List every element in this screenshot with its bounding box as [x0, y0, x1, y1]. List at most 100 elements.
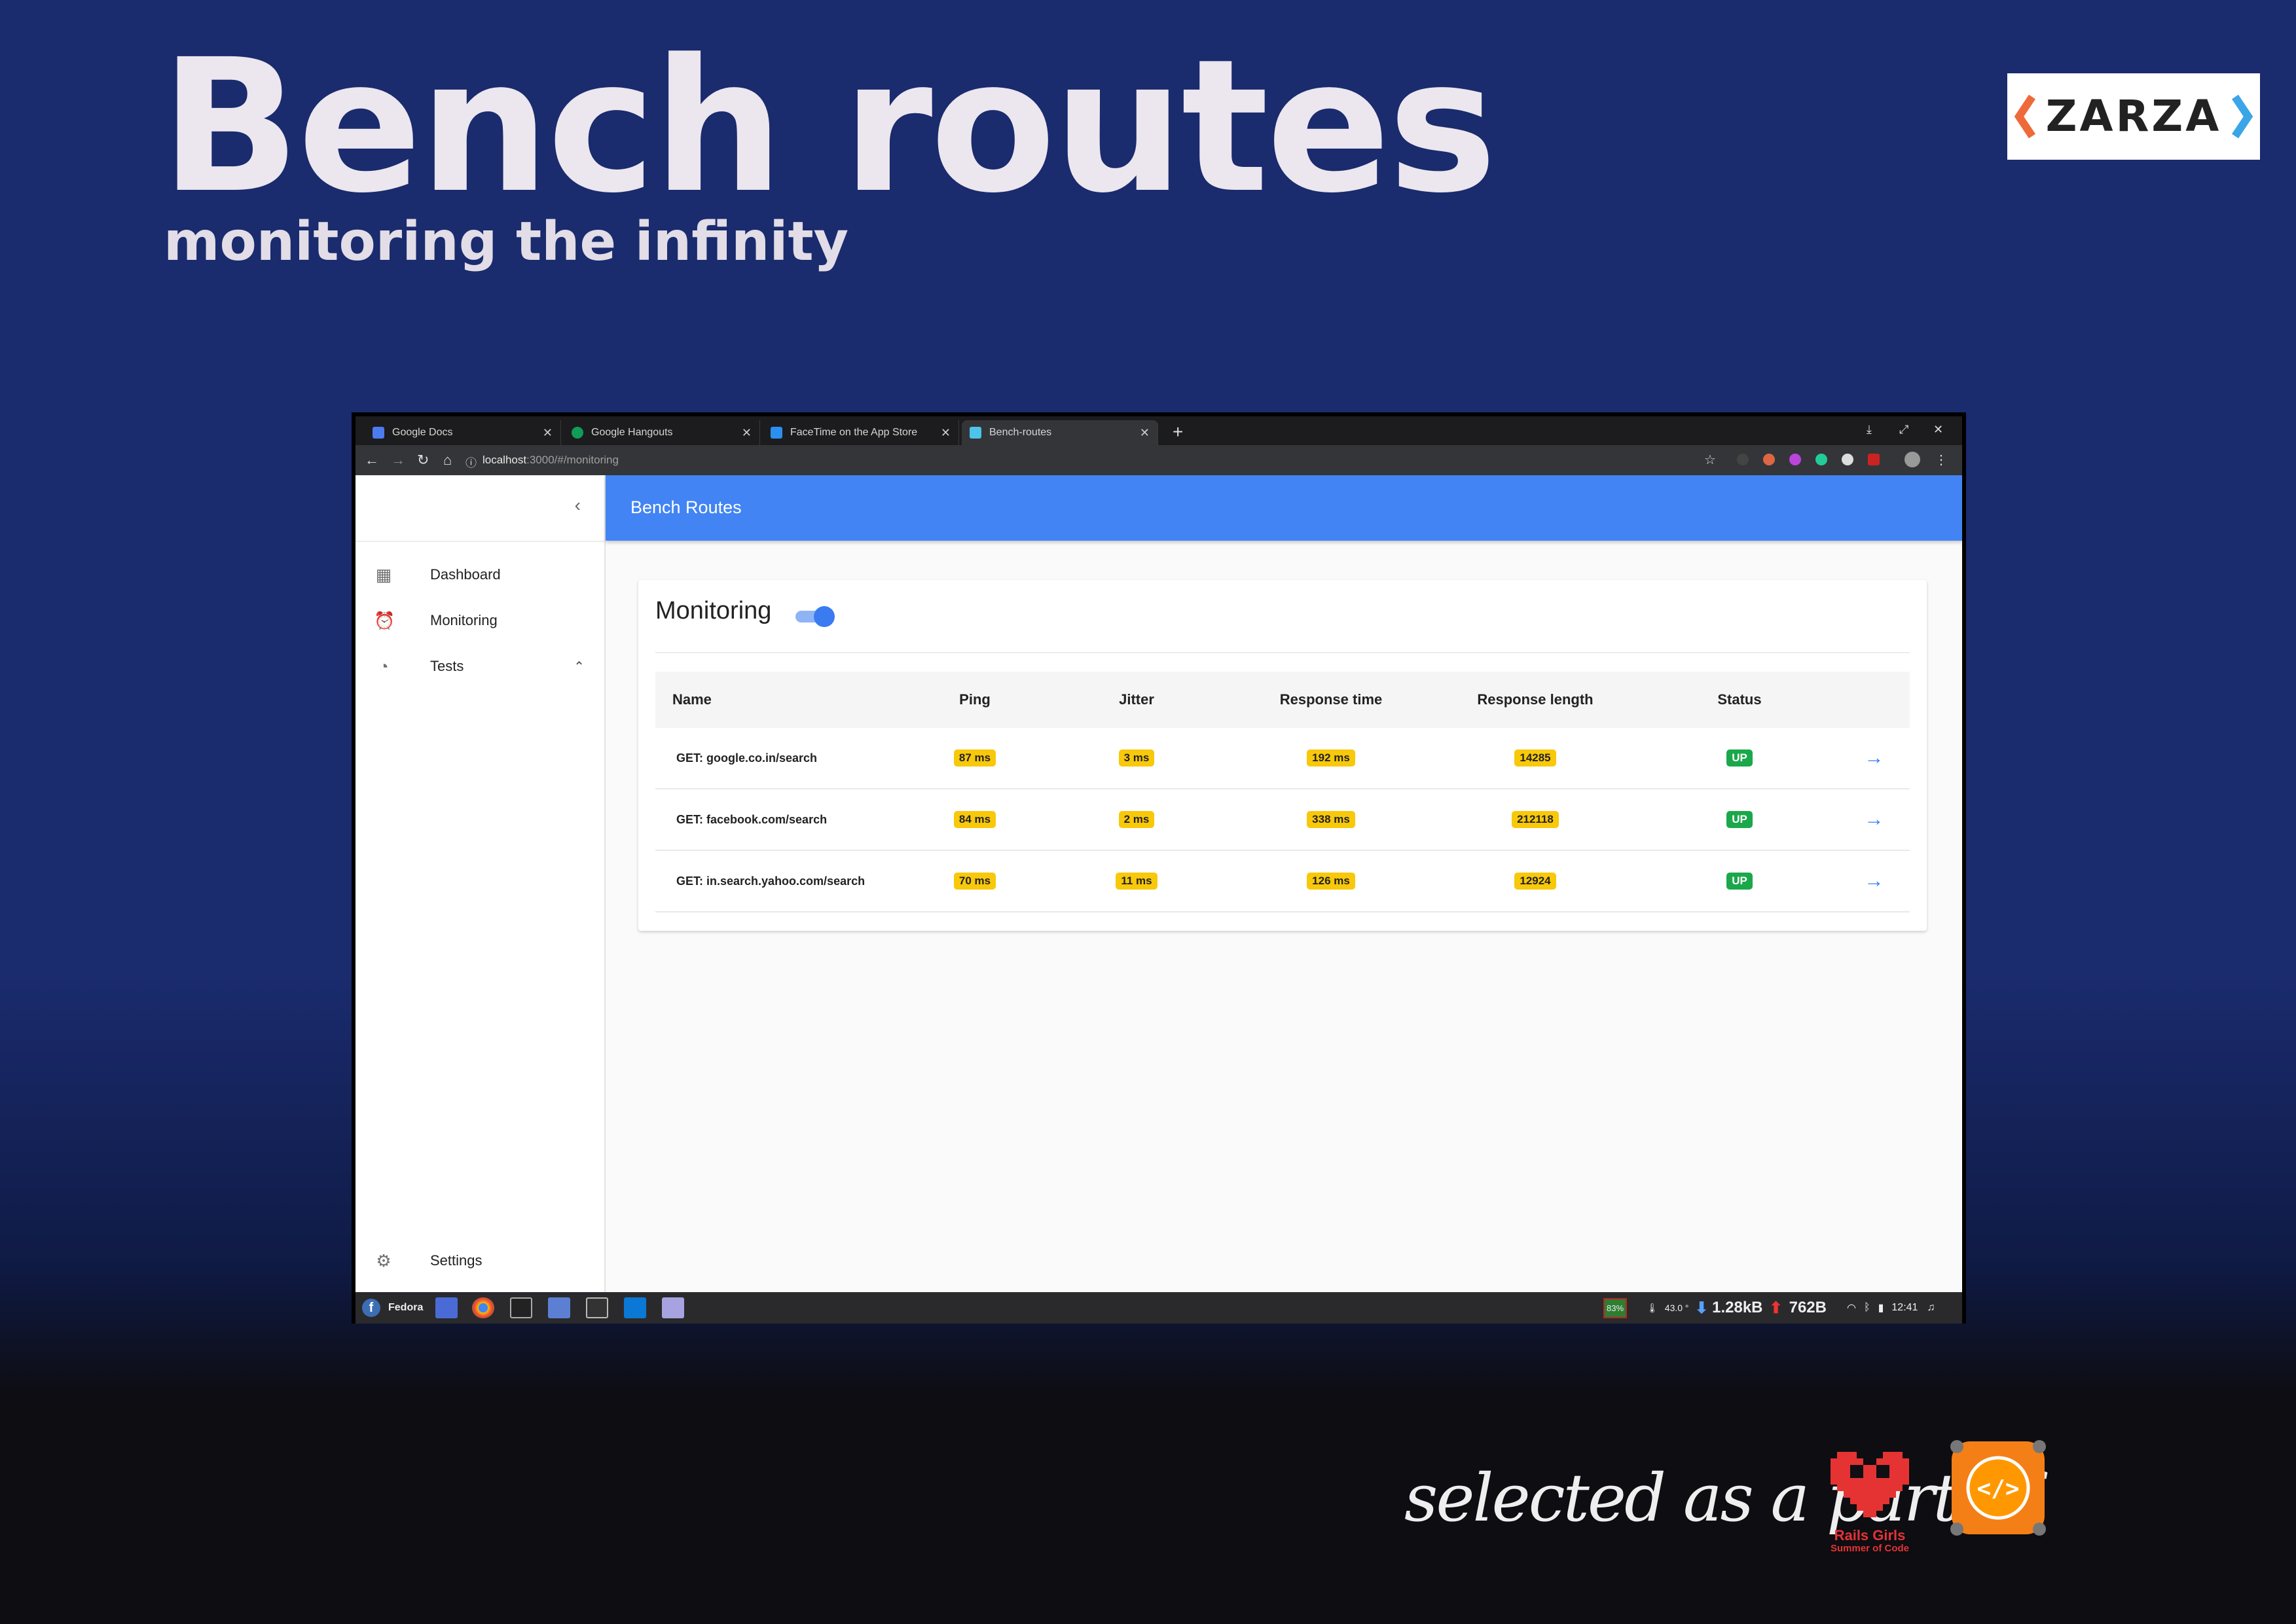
close-icon[interactable]: ✕ — [742, 426, 752, 440]
monitoring-toggle[interactable] — [795, 605, 836, 627]
desktop-icon — [435, 1297, 458, 1318]
app-store-icon — [771, 427, 782, 439]
ping-chip: 84 ms — [953, 811, 996, 828]
route-name: GET: facebook.com/search — [655, 789, 909, 851]
forward-icon[interactable]: → — [391, 452, 405, 469]
download-icon[interactable]: ⤓ — [1867, 423, 1872, 437]
close-window-icon[interactable]: ✕ — [1933, 423, 1943, 437]
bench-routes-favicon-icon — [970, 427, 981, 439]
table-row[interactable]: GET: google.co.in/search 87 ms 3 ms 192 … — [655, 728, 1910, 789]
extension-icon[interactable] — [1789, 454, 1801, 465]
route-name: GET: google.co.in/search — [655, 728, 909, 789]
extension-icon[interactable] — [1842, 454, 1853, 465]
music-note-icon[interactable]: ♫ — [1927, 1302, 1935, 1314]
terminal-icon — [510, 1297, 532, 1318]
sidebar: ‹ ▦ Dashboard ⏰ Monitoring ◔ Tests ⌃ ⚙ S… — [355, 475, 606, 1292]
response-time-chip: 338 ms — [1307, 811, 1355, 828]
hangouts-icon — [572, 427, 583, 439]
bookmark-star-icon[interactable]: ☆ — [1704, 452, 1716, 468]
response-length-chip: 14285 — [1514, 749, 1556, 767]
tab-label: Bench-routes — [989, 427, 1052, 438]
google-docs-icon — [373, 427, 384, 439]
taskbar-app-desktop[interactable] — [435, 1297, 458, 1318]
arrow-right-icon[interactable]: → — [1865, 870, 1884, 892]
ping-chip: 70 ms — [953, 873, 996, 890]
slide-subtitle: monitoring the infinity — [164, 211, 849, 273]
bluetooth-icon[interactable]: ᛒ — [1864, 1302, 1870, 1314]
chevron-left-icon[interactable]: ‹ — [575, 495, 581, 516]
download-arrow-icon: ⬇ — [1695, 1299, 1709, 1317]
response-length-chip: 212118 — [1512, 811, 1559, 828]
start-menu-button[interactable]: f Fedora — [362, 1297, 423, 1318]
column-header-jitter: Jitter — [1041, 672, 1232, 728]
jitter-chip: 11 ms — [1116, 873, 1157, 890]
new-tab-button[interactable]: + — [1173, 422, 1183, 442]
url-field[interactable]: localhost:3000/#/monitoring — [483, 454, 619, 467]
close-icon[interactable]: ✕ — [1140, 426, 1150, 440]
wifi-icon: ◔ — [378, 656, 389, 676]
tab-google-docs[interactable]: Google Docs ✕ — [365, 420, 561, 445]
chevron-up-icon[interactable]: ⌃ — [574, 659, 585, 675]
app-header: Bench Routes — [606, 475, 1962, 541]
grammarly-icon[interactable] — [1815, 454, 1827, 465]
ping-chip: 87 ms — [953, 749, 996, 767]
routes-table: Name Ping Jitter Response time Response … — [655, 672, 1910, 912]
slide-title: Bench routes — [160, 20, 1497, 234]
svg-text:ZARZA: ZARZA — [2046, 91, 2222, 141]
gear-icon: ⚙ — [376, 1250, 392, 1271]
battery-icon[interactable]: ▮ — [1878, 1301, 1884, 1314]
extension-icon[interactable] — [1763, 454, 1775, 465]
wifi-icon[interactable]: ◠ — [1847, 1301, 1856, 1314]
info-icon[interactable]: ⓘ — [465, 454, 477, 470]
maximize-icon[interactable]: ⤢ — [1899, 423, 1908, 437]
close-icon[interactable]: ✕ — [941, 426, 951, 440]
tab-label: Google Hangouts — [591, 427, 673, 438]
reload-icon[interactable]: ↻ — [417, 452, 429, 469]
cpu-value: 83% — [1603, 1297, 1628, 1318]
taskbar-app-terminal[interactable] — [510, 1297, 532, 1318]
taskbar-app-editor[interactable] — [662, 1297, 684, 1318]
response-time-chip: 192 ms — [1307, 749, 1355, 767]
sidebar-item-dashboard[interactable]: ▦ Dashboard — [355, 555, 604, 594]
menu-kebab-icon[interactable]: ⋮ — [1935, 452, 1948, 468]
response-time-chip: 126 ms — [1307, 873, 1355, 890]
table-row[interactable]: GET: in.search.yahoo.com/search 70 ms 11… — [655, 850, 1910, 912]
status-badge: UP — [1726, 873, 1753, 890]
tab-label: Google Docs — [392, 427, 453, 438]
extension-icon[interactable] — [1737, 454, 1749, 465]
column-header-action — [1838, 672, 1910, 728]
response-length-chip: 12924 — [1514, 873, 1556, 890]
arrow-right-icon[interactable]: → — [1865, 808, 1884, 830]
column-header-response-length: Response length — [1430, 672, 1641, 728]
tab-google-hangouts[interactable]: Google Hangouts ✕ — [564, 420, 760, 445]
upload-value: 762B — [1789, 1299, 1827, 1316]
home-icon[interactable]: ⌂ — [443, 452, 452, 469]
tab-bench-routes[interactable]: Bench-routes ✕ — [962, 420, 1158, 445]
table-header-row: Name Ping Jitter Response time Response … — [655, 672, 1910, 728]
column-header-ping: Ping — [909, 672, 1041, 728]
sidebar-item-tests[interactable]: ◔ Tests ⌃ — [355, 647, 604, 686]
avatar[interactable] — [1904, 452, 1920, 467]
os-taskbar: f Fedora 83% 🌡 43.0 ° ⬇ 1.28kB ⬆ 762B ◠ … — [355, 1292, 1962, 1324]
sidebar-item-label: Monitoring — [430, 612, 498, 628]
taskbar-app-chrome[interactable] — [472, 1297, 494, 1318]
browser-toolbar: ← → ↻ ⌂ ⓘ localhost:3000/#/monitoring ☆ … — [355, 445, 1962, 475]
taskbar-app-vscode[interactable] — [624, 1297, 646, 1318]
tab-facetime-app-store[interactable]: FaceTime on the App Store ✕ — [763, 420, 959, 445]
ublock-icon[interactable] — [1868, 454, 1880, 465]
taskbar-app-monitor[interactable] — [586, 1297, 608, 1318]
table-row[interactable]: GET: facebook.com/search 84 ms 2 ms 338 … — [655, 789, 1910, 851]
taskbar-app-files[interactable] — [548, 1297, 570, 1318]
back-icon[interactable]: ← — [365, 452, 379, 469]
jitter-chip: 3 ms — [1118, 749, 1155, 767]
column-header-name: Name — [655, 672, 909, 728]
fedora-icon: f — [362, 1299, 380, 1317]
arrow-right-icon[interactable]: → — [1865, 747, 1884, 768]
close-icon[interactable]: ✕ — [543, 426, 553, 440]
sidebar-item-monitoring[interactable]: ⏰ Monitoring — [355, 601, 604, 640]
text-editor-icon — [662, 1297, 684, 1318]
column-header-response-time: Response time — [1232, 672, 1430, 728]
route-name: GET: in.search.yahoo.com/search — [655, 850, 909, 912]
sidebar-item-settings[interactable]: ⚙ Settings — [355, 1241, 604, 1280]
clock: 12:41 — [1891, 1302, 1918, 1313]
